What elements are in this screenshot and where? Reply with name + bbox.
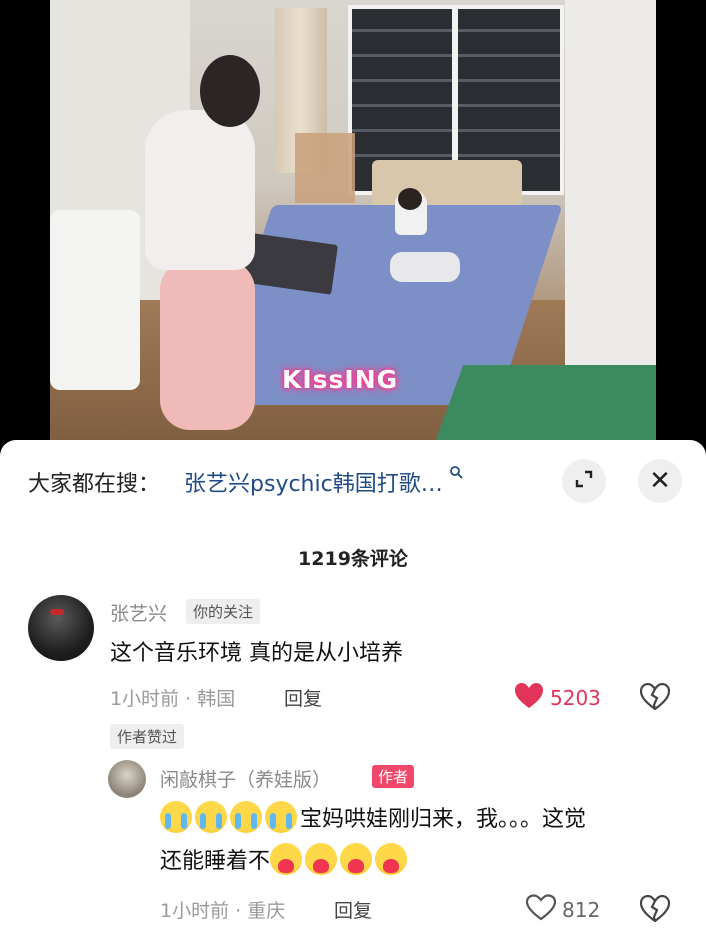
expand-icon bbox=[573, 468, 595, 494]
author-liked-badge: 作者赞过 bbox=[110, 724, 185, 749]
scene-woman-body bbox=[145, 110, 255, 270]
scene-bassinet bbox=[50, 210, 140, 390]
expand-button[interactable] bbox=[562, 459, 606, 503]
reply-reply-button[interactable]: 回复 bbox=[334, 896, 372, 923]
like-count: 5203 bbox=[550, 685, 601, 710]
comment-meta: 1小时前 · 韩国 bbox=[110, 688, 236, 710]
comment-count: 1219条评论 bbox=[298, 548, 408, 570]
reply-text[interactable]: 宝妈哄娃刚归来，我。。。这觉 还能睡着不 bbox=[160, 799, 586, 883]
heart-outline-icon bbox=[525, 894, 557, 925]
trending-search-label: 大家都在搜： bbox=[28, 472, 161, 497]
reply-dislike-button[interactable] bbox=[639, 894, 671, 926]
crying-emoji-icon bbox=[265, 801, 297, 833]
video-player[interactable]: KIssING bbox=[0, 0, 706, 455]
reply-meta: 1小时前 · 重庆 bbox=[160, 900, 286, 922]
heart-filled-icon bbox=[514, 682, 544, 713]
reply-text-line1: 宝妈哄娃刚归来，我。。。这觉 bbox=[300, 807, 587, 832]
heart-hug-emoji-icon bbox=[375, 843, 408, 875]
scene-woman-legs bbox=[160, 260, 255, 430]
reply-button[interactable]: 回复 bbox=[284, 684, 322, 711]
comment-sheet: 大家都在搜： 张艺兴psychic韩国打歌… ✕ 1219条评论 张艺兴 你的关… bbox=[0, 440, 706, 943]
reply-avatar[interactable] bbox=[108, 760, 146, 798]
comment-text[interactable]: 这个音乐环境 真的是从小培养 bbox=[110, 633, 403, 675]
broken-heart-icon bbox=[639, 682, 671, 714]
crying-emoji-icon bbox=[195, 801, 227, 833]
reply-text-line2: 还能睡着不 bbox=[160, 849, 271, 874]
author-badge: 作者 bbox=[372, 765, 415, 788]
close-icon: ✕ bbox=[649, 466, 671, 496]
dislike-button[interactable] bbox=[639, 682, 671, 714]
scene-right-wall bbox=[565, 0, 656, 400]
scene-cloth bbox=[390, 252, 460, 282]
trending-search-row[interactable]: 大家都在搜： 张艺兴psychic韩国打歌… bbox=[28, 462, 463, 502]
like-button[interactable]: 5203 bbox=[514, 682, 601, 713]
scene-baby-head bbox=[398, 188, 422, 210]
heart-hug-emoji-icon bbox=[270, 843, 303, 875]
crying-emoji-icon bbox=[160, 801, 192, 833]
crying-emoji-icon bbox=[230, 801, 262, 833]
scene-woman-head bbox=[200, 55, 260, 127]
avatar[interactable] bbox=[28, 595, 94, 661]
search-icon[interactable] bbox=[449, 465, 463, 483]
heart-hug-emoji-icon bbox=[340, 843, 373, 875]
broken-heart-icon bbox=[639, 894, 671, 926]
heart-hug-emoji-icon bbox=[305, 843, 338, 875]
trending-search-term[interactable]: 张艺兴psychic韩国打歌… bbox=[184, 466, 443, 498]
comment-username[interactable]: 张艺兴 bbox=[110, 599, 167, 626]
close-button[interactable]: ✕ bbox=[638, 459, 682, 503]
reply-like-count: 812 bbox=[562, 897, 601, 922]
scene-crib bbox=[295, 133, 355, 203]
video-caption: KIssING bbox=[282, 365, 399, 394]
reply-like-button[interactable]: 812 bbox=[525, 894, 601, 925]
reply-username[interactable]: 闲敲棋子（养娃版） bbox=[160, 765, 331, 792]
following-badge: 你的关注 bbox=[186, 599, 261, 624]
